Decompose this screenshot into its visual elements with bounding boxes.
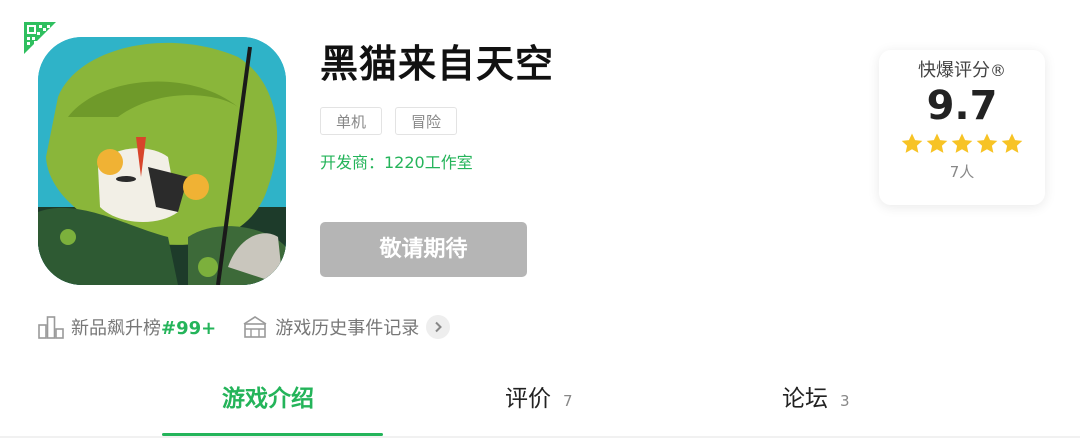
rater-count: 7人 (949, 163, 975, 181)
score-card: 快爆评分® 9.7 7人 (879, 50, 1045, 205)
star-icon (901, 133, 923, 153)
rank-label[interactable]: 新品飙升榜#99+ (71, 314, 216, 340)
chevron-right-icon (426, 315, 451, 339)
registered-mark: ® (990, 61, 1006, 80)
tab-label: 评价 (505, 386, 551, 412)
tab-label: 论坛 (782, 386, 828, 412)
developer-link[interactable]: 开发商：1220工作室 (320, 153, 473, 173)
tab-label: 游戏介绍 (222, 386, 314, 412)
rank-number: #99+ (161, 318, 217, 339)
star-icon (951, 133, 973, 153)
tab-forum[interactable]: 论坛 3 (782, 382, 850, 418)
tab-reviews[interactable]: 评价 7 (505, 382, 573, 418)
tab-count: 7 (563, 392, 573, 410)
history-link-label: 游戏历史事件记录 (275, 318, 420, 339)
score-label-text: 快爆评分 (918, 60, 990, 81)
game-icon (38, 37, 286, 285)
star-icon (926, 133, 948, 153)
history-building-icon (243, 316, 267, 338)
rank-row: 新品飙升榜#99+ 游戏历史事件记录 (38, 312, 451, 342)
star-rating (879, 132, 1045, 156)
tag-item[interactable]: 单机 (320, 107, 383, 135)
coming-soon-button[interactable]: 敬请期待 (320, 222, 527, 277)
tag-item[interactable]: 冒险 (395, 107, 458, 135)
tab-count: 3 (840, 392, 850, 410)
star-icon (1001, 133, 1023, 153)
history-link[interactable]: 游戏历史事件记录 (242, 314, 451, 340)
bar-chart-icon (38, 316, 64, 339)
tab-bar: 游戏介绍 评价 7 论坛 3 (0, 370, 1080, 438)
rank-label-text: 新品飙升榜 (71, 318, 161, 339)
score-value: 9.7 (926, 83, 998, 129)
tag-list: 单机 冒险 (320, 107, 458, 135)
star-icon (976, 133, 998, 153)
tab-intro[interactable]: 游戏介绍 (222, 382, 314, 416)
score-label: 快爆评分® (879, 58, 1045, 84)
game-title: 黑猫来自天空 (320, 42, 555, 86)
